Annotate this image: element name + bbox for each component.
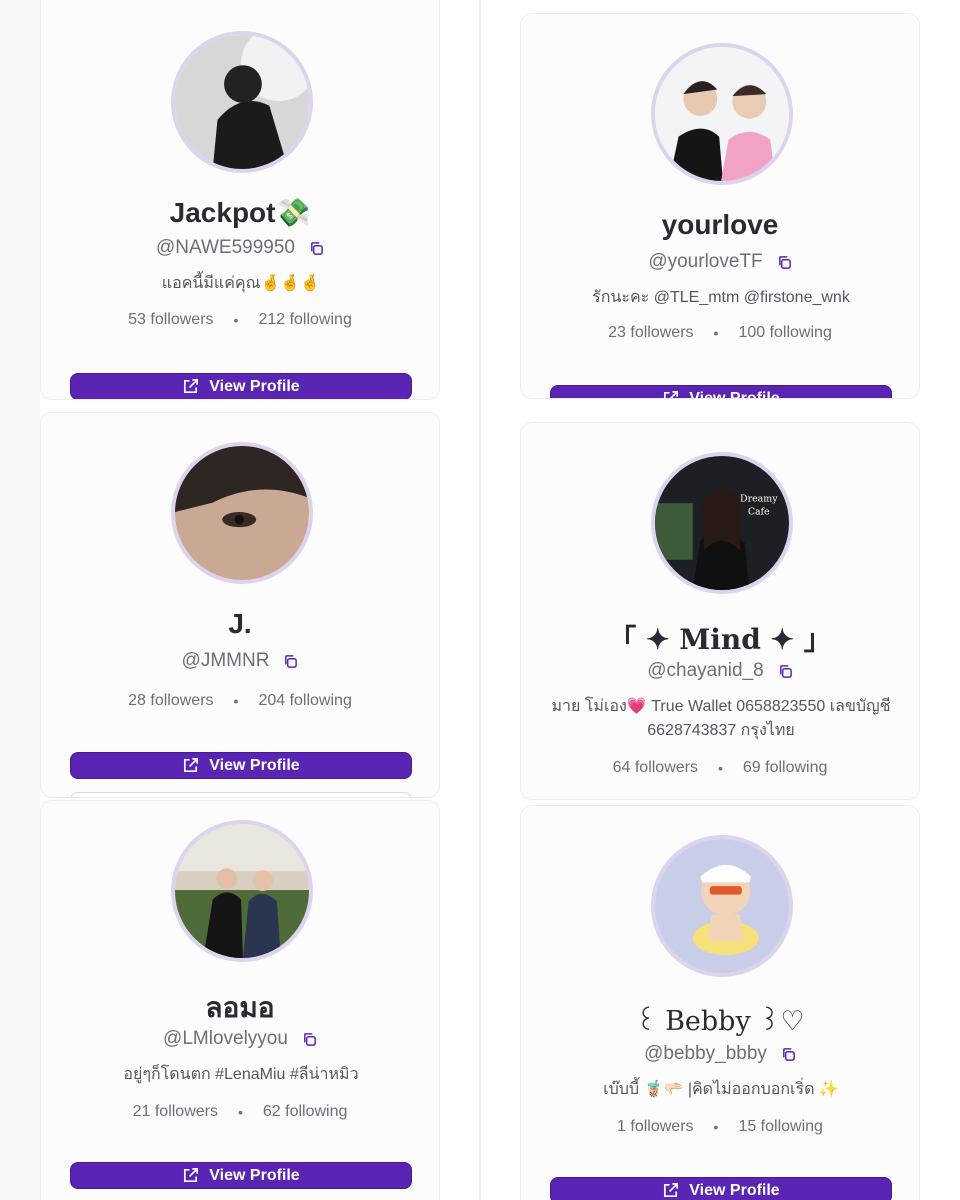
profile-name: 「 ✦ Mind ✦ 」: [608, 623, 832, 656]
separator-dot: •: [237, 1104, 243, 1120]
copy-icon[interactable]: [777, 255, 792, 270]
separator-dot: •: [717, 760, 723, 776]
followers-count[interactable]: 28 followers: [128, 692, 213, 710]
profile-bio: มาย โม่เอง💗 True Wallet 0658823550 เลขบั…: [551, 698, 891, 739]
view-profile-button[interactable]: View Profile: [550, 1177, 892, 1200]
view-profile-button[interactable]: View Profile: [70, 752, 412, 779]
button-label: View Profile: [209, 377, 300, 395]
separator-dot: •: [233, 312, 239, 328]
avatar[interactable]: [171, 442, 313, 584]
view-profile-button[interactable]: View Profile: [550, 385, 892, 399]
handle-row: @LMlovelyyou: [41, 1028, 439, 1050]
profile-handle: @bebby_bbby: [644, 1043, 767, 1064]
followers-count[interactable]: 64 followers: [613, 759, 698, 777]
view-profile-button[interactable]: View Profile: [70, 373, 412, 399]
button-label: View Profile: [209, 1166, 300, 1184]
profile-handle: @JMMNR: [181, 650, 270, 671]
profile-name: J.: [228, 608, 252, 639]
following-count[interactable]: 100 following: [738, 324, 831, 342]
handle-row: @chayanid_8: [521, 660, 919, 682]
button-label: View Profile: [209, 756, 300, 774]
profile-stats: 64 followers • 69 following: [521, 759, 919, 777]
svg-text:Dreamy: Dreamy: [740, 493, 778, 504]
profile-stats: 23 followers • 100 following: [521, 324, 919, 342]
copy-icon[interactable]: [283, 654, 298, 669]
button-label: View Profile: [689, 1181, 780, 1199]
copy-icon[interactable]: [778, 664, 793, 679]
separator-dot: •: [713, 325, 719, 341]
profile-handle: @yourloveTF: [648, 251, 763, 272]
profile-handle: @NAWE599950: [156, 237, 295, 258]
copy-icon[interactable]: [309, 241, 324, 256]
profile-card: Dreamy Cafe 「 ✦ Mind ✦ 」 @chayanid_8 มาย …: [520, 422, 920, 800]
avatar[interactable]: Dreamy Cafe: [651, 452, 793, 594]
avatar[interactable]: [651, 835, 793, 977]
copy-icon[interactable]: [302, 1032, 317, 1047]
external-link-icon: [184, 1168, 199, 1183]
external-link-icon: [664, 1183, 679, 1198]
following-count[interactable]: 62 following: [263, 1103, 348, 1121]
handle-row: @JMMNR: [41, 650, 439, 672]
profile-card: ลอมอ @LMlovelyyou อยู่ๆก็โดนตก #LenaMiu …: [40, 800, 440, 1200]
avatar[interactable]: [651, 43, 793, 185]
profile-bio: รักนะคะ @TLE_mtm @firstone_wnk: [592, 289, 850, 306]
separator-dot: •: [713, 1119, 719, 1135]
svg-text:Cafe: Cafe: [748, 507, 770, 518]
following-count[interactable]: 69 following: [743, 759, 828, 777]
profile-stats: 1 followers • 15 following: [521, 1118, 919, 1136]
profile-handle: @LMlovelyyou: [163, 1028, 288, 1049]
profile-bio: เบ๊บบี้ 🧋🫳🏻 |คิดไม่ออกบอกเริ่ด ✨: [603, 1081, 839, 1098]
handle-row: @yourloveTF: [521, 251, 919, 273]
copy-icon[interactable]: [781, 1047, 796, 1062]
profile-card: Jackpot💸 @NAWE599950 แอคนี้มีแค่คุณ🤞🤞🤞 5…: [40, 0, 440, 400]
external-link-icon: [184, 758, 199, 773]
external-link-icon: [664, 391, 679, 398]
profile-name: Jackpot💸: [169, 197, 311, 228]
profile-bio: อยู่ๆก็โดนตก #LenaMiu #ลีน่าหมิว: [123, 1066, 359, 1083]
profile-stats: 21 followers • 62 following: [41, 1103, 439, 1121]
profile-card: yourlove @yourloveTF รักนะคะ @TLE_mtm @f…: [520, 13, 920, 399]
profile-name: ลอมอ: [205, 992, 275, 1023]
button-label: View Profile: [689, 389, 780, 399]
profile-stats: 53 followers • 212 following: [41, 311, 439, 329]
view-profile-button[interactable]: View Profile: [70, 1162, 412, 1189]
following-count[interactable]: 204 following: [258, 692, 351, 710]
profile-card: ꒰ Bebby ꒱♡ @bebby_bbby เบ๊บบี้ 🧋🫳🏻 |คิดไ…: [520, 805, 920, 1200]
avatar[interactable]: [171, 31, 313, 173]
profile-card: J. @JMMNR 28 followers • 204 following V…: [40, 412, 440, 798]
column-divider: [479, 0, 481, 1200]
following-count[interactable]: 15 following: [738, 1118, 823, 1136]
following-count[interactable]: 212 following: [258, 311, 351, 329]
external-link-icon: [184, 379, 199, 394]
followers-count[interactable]: 1 followers: [617, 1118, 693, 1136]
secondary-button[interactable]: [70, 792, 412, 797]
profile-stats: 28 followers • 204 following: [41, 692, 439, 710]
followers-count[interactable]: 53 followers: [128, 311, 213, 329]
handle-row: @bebby_bbby: [521, 1043, 919, 1065]
profile-handle: @chayanid_8: [647, 660, 764, 681]
profile-name: yourlove: [661, 209, 779, 240]
separator-dot: •: [233, 693, 239, 709]
profile-name: ꒰ Bebby ꒱♡: [635, 1006, 805, 1037]
avatar[interactable]: [171, 820, 313, 962]
followers-count[interactable]: 23 followers: [608, 324, 693, 342]
followers-count[interactable]: 21 followers: [133, 1103, 218, 1121]
profile-bio: แอคนี้มีแค่คุณ🤞🤞🤞: [161, 275, 321, 292]
left-gutter: [0, 0, 40, 1200]
handle-row: @NAWE599950: [41, 237, 439, 259]
